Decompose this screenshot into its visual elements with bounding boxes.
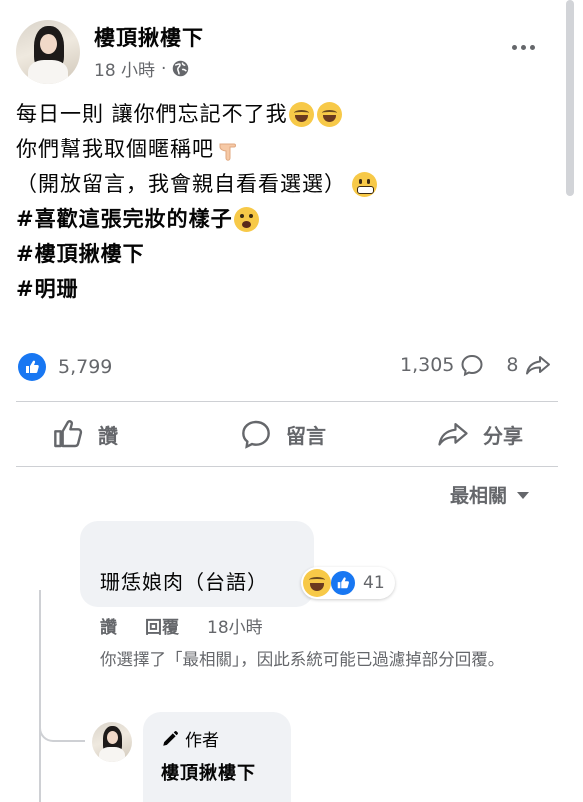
pencil-icon (163, 730, 178, 746)
post-time-text[interactable]: 18 小時 (94, 56, 155, 81)
comment-text: 珊恁娘肉（台語） (100, 570, 268, 594)
author-badge: 作者 (161, 726, 219, 751)
reply-avatar[interactable] (92, 722, 132, 762)
thumbs-up-icon (54, 420, 83, 448)
engagement-counts: 1,305 8 (400, 353, 551, 377)
post-line: （開放留言，我會親自看看選選） (16, 167, 556, 202)
time-separator: · (161, 58, 167, 79)
hashtag-line[interactable]: #喜歡這張完妝的樣子 (16, 202, 556, 237)
thread-line (39, 590, 41, 802)
caret-down-icon (517, 492, 530, 499)
like-reaction-icon (18, 353, 46, 381)
hashtag[interactable]: #喜歡這張完妝的樣子 (16, 202, 233, 237)
hashtag-line[interactable]: #樓頂揪樓下 (16, 237, 556, 272)
divider (16, 401, 558, 402)
post-line-text: 你們幫我取個暱稱吧 (16, 137, 214, 161)
filter-notice: 你選擇了「最相關」，因此系統可能已過濾掉部分回覆。 (100, 650, 505, 669)
laughing-emoji-icon (316, 102, 342, 127)
comment-actions: 讚 回覆 18小時 (100, 613, 263, 638)
comment-timestamp[interactable]: 18小時 (207, 613, 263, 638)
share-count[interactable]: 8 (506, 354, 518, 376)
laughing-emoji-icon (288, 102, 314, 127)
globe-icon (173, 60, 189, 77)
divider (16, 466, 558, 467)
sort-label[interactable]: 最相關 (450, 481, 507, 508)
comment-button[interactable]: 留言 (240, 418, 326, 450)
thread-connector (39, 700, 85, 742)
comment-bubble-icon (461, 354, 483, 377)
comment-reaction-count: 41 (363, 573, 385, 593)
post-line-text: （開放留言，我會親自看看選選） (16, 172, 346, 196)
reply-author-name[interactable]: 樓頂揪樓下 (161, 759, 256, 785)
like-button[interactable]: 讚 (52, 418, 118, 450)
like-reaction-icon (329, 569, 357, 597)
post-text: 每日一則 讓你們忘記不了我 你們幫我取個暱稱吧 （開放留言，我會親自看看選選） … (16, 97, 556, 307)
like-button-label[interactable]: 讚 (98, 420, 118, 449)
scrollbar[interactable] (566, 0, 574, 196)
share-icon (438, 423, 468, 446)
pointing-hand-icon (219, 143, 236, 161)
haha-reaction-icon (303, 569, 331, 597)
comment-like-link[interactable]: 讚 (100, 613, 117, 638)
post-line-text: 每日一則 讓你們忘記不了我 (16, 102, 288, 126)
post-line: 每日一則 讓你們忘記不了我 (16, 97, 556, 132)
grimacing-emoji-icon (352, 172, 377, 197)
author-badge-label: 作者 (185, 731, 219, 751)
hashtag[interactable]: #明珊 (16, 272, 79, 307)
comment-reply-link[interactable]: 回覆 (145, 613, 179, 638)
reactions-summary[interactable]: 5,799 (18, 353, 112, 381)
page-avatar[interactable] (16, 20, 80, 84)
share-arrow-icon (525, 356, 550, 375)
post-timestamp[interactable]: 18 小時 · (94, 56, 189, 81)
share-button-label[interactable]: 分享 (483, 420, 523, 449)
hashtag-line[interactable]: #明珊 (16, 272, 556, 307)
hashtag[interactable]: #樓頂揪樓下 (16, 237, 145, 272)
comment-icon (242, 420, 270, 449)
page-name[interactable]: 樓頂揪樓下 (94, 22, 204, 52)
comment-reactions[interactable]: 41 (301, 567, 395, 599)
reaction-count[interactable]: 5,799 (58, 356, 112, 378)
crying-emoji-icon (233, 207, 259, 232)
post-line: 你們幫我取個暱稱吧 (16, 132, 556, 167)
more-options-icon[interactable] (512, 40, 540, 54)
comment-button-label[interactable]: 留言 (286, 420, 326, 449)
comment-count[interactable]: 1,305 (400, 354, 454, 376)
comment-sort-dropdown[interactable]: 最相關 (450, 481, 530, 508)
share-button[interactable]: 分享 (437, 418, 523, 450)
